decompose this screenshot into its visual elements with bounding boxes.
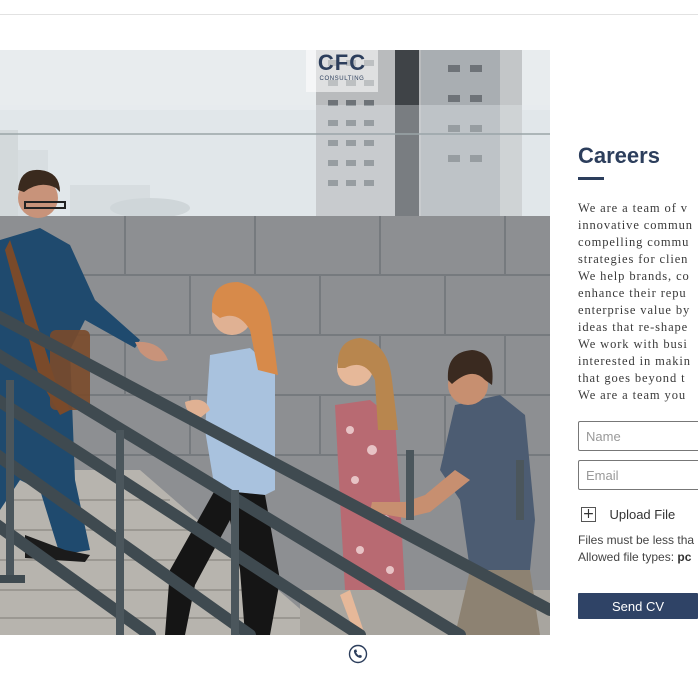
file-types-note: Allowed file types: pc (578, 549, 691, 565)
email-field[interactable] (578, 460, 698, 490)
page-title: Careers (578, 143, 660, 168)
phone-icon-glyph (348, 644, 368, 664)
intro-line: We are a team of v (578, 201, 688, 215)
logo-mark: CFC (317, 50, 367, 75)
logo-subtext: CONSULTING (319, 76, 365, 82)
hero-photo-illustration (0, 50, 550, 635)
intro-line: We help brands, co (578, 269, 690, 283)
intro-line: interested in makin (578, 354, 691, 368)
hero-image: CFC CONSULTING (0, 50, 550, 635)
intro-line: that goes beyond t (578, 371, 686, 385)
intro-line: innovative commun (578, 218, 693, 232)
phone-icon[interactable] (348, 644, 368, 664)
careers-panel: Careers We are a team of v innovative co… (578, 0, 698, 698)
company-logo[interactable]: CFC CONSULTING (306, 50, 378, 92)
intro-line: strategies for clien (578, 252, 689, 266)
intro-line: We work with busi (578, 337, 688, 351)
file-types-value: pc (677, 550, 692, 564)
upload-file-label: Upload File (609, 507, 676, 523)
title-underline (578, 177, 604, 180)
intro-line: We are a team you (578, 388, 686, 402)
plus-icon: + (581, 506, 596, 523)
intro-line: enterprise value by (578, 303, 691, 317)
careers-intro-text: We are a team of v innovative commun com… (578, 200, 698, 404)
upload-file-button[interactable]: + Upload File (581, 506, 675, 524)
intro-line: ideas that re-shape (578, 320, 689, 334)
intro-line: compelling commu (578, 235, 690, 249)
send-cv-button[interactable]: Send CV (578, 593, 698, 619)
file-types-label: Allowed file types: (578, 550, 678, 564)
intro-line: enhance their repu (578, 286, 687, 300)
name-field[interactable] (578, 421, 698, 451)
file-size-note: Files must be less tha (578, 533, 695, 547)
